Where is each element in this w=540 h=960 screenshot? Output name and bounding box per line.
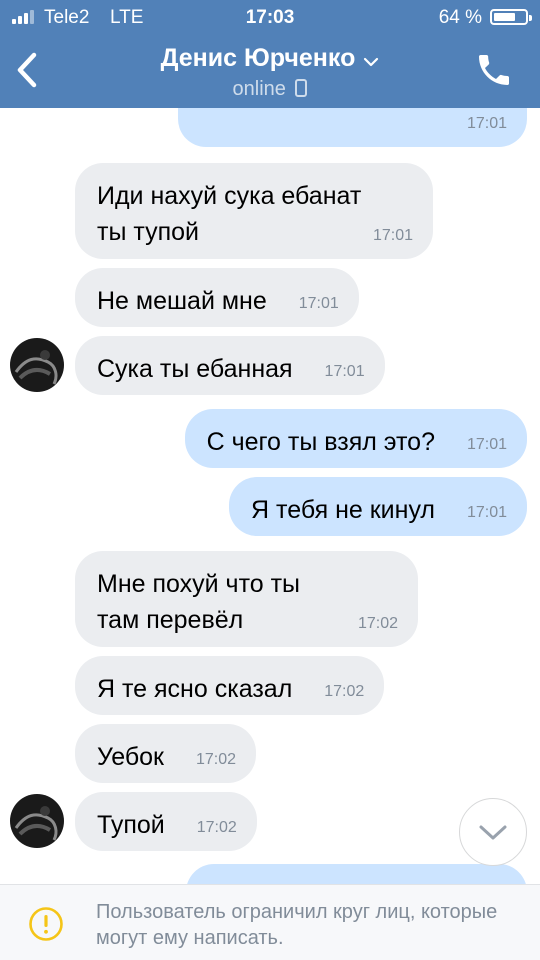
message-time: 17:01 (298, 295, 339, 312)
message-text: Иди нахуй сука ебанат ты тупой (97, 182, 362, 246)
message-bubble-outgoing[interactable]: С чего ты взял это? 17:01 (184, 409, 527, 468)
message-bubble-incoming[interactable]: Уебок 17:02 (75, 724, 256, 783)
message-time: 17:02 (357, 615, 398, 632)
message-time: 17:02 (195, 751, 236, 768)
message-bubble-incoming[interactable]: Я те ясно сказал 17:02 (75, 656, 385, 715)
message-bubble-outgoing[interactable]: Я тебя не кинул 17:01 (229, 477, 527, 536)
message-time: 17:01 (466, 115, 507, 132)
mobile-phone-icon (295, 79, 308, 97)
status-bar: Tele2 LTE 17:03 64 % (0, 0, 540, 36)
write-restriction-notice: Пользователь ограничил круг лиц, которые… (0, 884, 540, 960)
warning-icon (29, 907, 63, 941)
contact-name: Денис Юрченко (160, 44, 356, 72)
presence-status: online (0, 78, 540, 101)
message-list[interactable]: 17:01 Иди нахуй сука ебанат ты тупой 17:… (0, 108, 540, 884)
message-time: 17:01 (324, 363, 365, 380)
message-time: 17:01 (466, 436, 507, 453)
contact-title[interactable]: Денис Юрченко (0, 44, 540, 74)
message-time: 17:02 (196, 819, 237, 836)
avatar[interactable] (10, 794, 64, 848)
scroll-to-bottom-button[interactable] (459, 798, 527, 866)
message-bubble-incoming[interactable]: Не мешай мне 17:01 (75, 268, 359, 327)
message-time: 17:01 (466, 504, 507, 521)
message-bubble-outgoing[interactable]: 17:01 (178, 108, 527, 147)
chat-header: Tele2 LTE 17:03 64 % Денис Юрченко onlin… (0, 0, 540, 108)
phone-icon (479, 55, 509, 85)
battery-icon (490, 9, 532, 25)
avatar[interactable] (10, 338, 64, 392)
chevron-down-icon (363, 45, 379, 74)
message-time: 17:02 (324, 683, 365, 700)
message-bubble-incoming[interactable]: Иди нахуй сука ебанат ты тупой 17:01 (75, 163, 433, 259)
message-text: Я те ясно сказал (97, 675, 293, 703)
message-bubble-incoming[interactable]: Мне похуй что ты там перевёл 17:02 (75, 551, 418, 647)
battery-percent: 64 % (438, 7, 482, 28)
message-time: 17:01 (372, 227, 413, 244)
message-text: С чего ты взял это? (206, 428, 435, 456)
chevron-down-icon (479, 825, 507, 840)
message-bubble-outgoing[interactable] (186, 864, 527, 884)
notice-text: Пользователь ограничил круг лиц, которые… (96, 901, 498, 949)
message-text: Мне похуй что ты там перевёл (97, 570, 301, 634)
message-text: Сука ты ебанная (97, 355, 293, 383)
message-bubble-incoming[interactable]: Сука ты ебанная 17:01 (75, 336, 385, 395)
presence-label: online (232, 78, 286, 100)
message-bubble-incoming[interactable]: Тупой 17:02 (75, 792, 257, 851)
call-button[interactable] (474, 50, 514, 90)
